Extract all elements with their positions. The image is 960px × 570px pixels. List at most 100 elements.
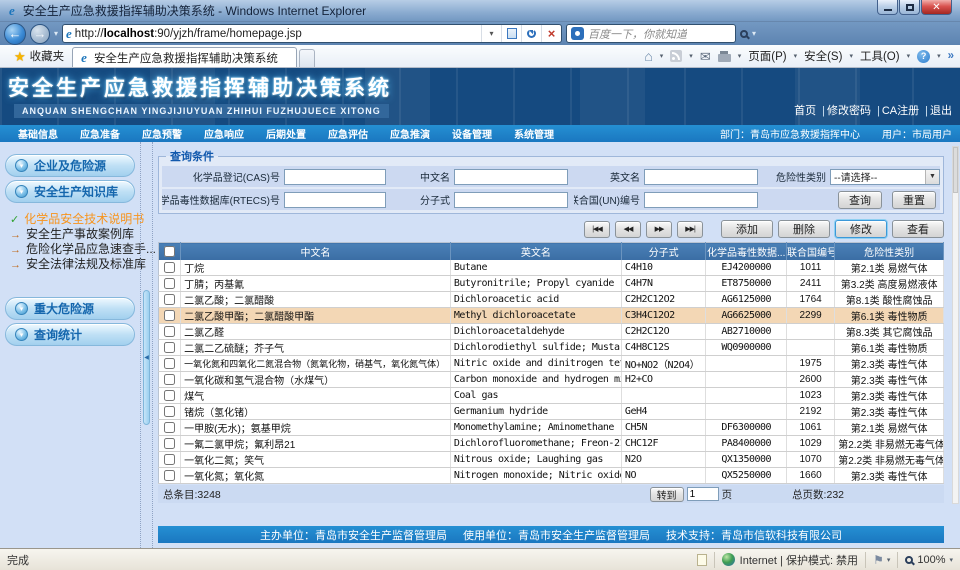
history-dropdown-icon[interactable]: ▾ [54, 29, 58, 38]
row-checkbox[interactable] [164, 310, 175, 321]
cas-input[interactable] [284, 169, 386, 185]
rss-icon[interactable] [670, 50, 682, 62]
rtecs-input[interactable] [284, 192, 386, 208]
table-header-cell[interactable]: 英文名 [450, 243, 621, 260]
menu-page[interactable]: 页面(P) [748, 48, 786, 64]
address-field[interactable]: e http://localhost:90/yjzh/frame/homepag… [62, 24, 562, 43]
cn-name-input[interactable] [454, 169, 568, 185]
print-dropdown-icon[interactable]: ▾ [738, 52, 742, 60]
protected-mode-icon[interactable]: ⚑ [873, 554, 884, 566]
table-row[interactable]: 一氧化二氮；笑气 Nitrous oxide; Laughing gas N2O… [159, 452, 944, 468]
last-page-button[interactable]: ▶▶| [677, 221, 703, 238]
delete-button[interactable]: 删除 [778, 220, 830, 238]
en-name-input[interactable] [644, 169, 758, 185]
row-checkbox[interactable] [164, 406, 175, 417]
favorites-button[interactable]: ★ 收藏夹 [6, 45, 72, 67]
table-row[interactable]: 二氯乙酸；二氯醋酸 Dichloroacetic acid C2H2C12O2 … [159, 292, 944, 308]
next-page-button[interactable]: ▶▶ [646, 221, 672, 238]
table-row[interactable]: 二氯乙酸甲酯；二氯醋酸甲酯 Methyl dichloroacetate C3H… [159, 308, 944, 324]
row-checkbox[interactable] [164, 374, 175, 385]
print-icon[interactable] [718, 54, 731, 62]
nav-menu-item[interactable]: 应急预警 [132, 126, 192, 141]
help-icon[interactable]: ? [917, 50, 930, 63]
sidebar-item[interactable]: 安全法律法规及标准库 [10, 256, 140, 271]
scrollbar-thumb[interactable] [953, 147, 958, 193]
row-checkbox[interactable] [164, 262, 175, 273]
sidebar-group-knowledge[interactable]: ▾ 安全生产知识库 [5, 180, 135, 203]
menu-safety-caret[interactable]: ▾ [849, 52, 853, 60]
table-row[interactable]: 一氟二氯甲烷；氟利昂21 Dichlorofluoromethane; Freo… [159, 436, 944, 452]
row-checkbox[interactable] [164, 422, 175, 433]
nav-menu-item[interactable]: 基础信息 [8, 126, 68, 141]
table-row[interactable]: 一氧化氮；氧化氮 Nitrogen monoxide; Nitric oxide… [159, 468, 944, 484]
address-dropdown-icon[interactable]: ▾ [481, 25, 501, 42]
stop-button[interactable]: × [541, 25, 561, 42]
hazard-class-select[interactable]: --请选择-- ▼ [830, 169, 940, 185]
refresh-button[interactable] [521, 25, 541, 42]
select-all-checkbox[interactable] [164, 246, 175, 257]
row-checkbox[interactable] [164, 342, 175, 353]
table-row[interactable]: 丁腈；丙基氰 Butyronitrile; Propyl cyanide C4H… [159, 276, 944, 292]
row-checkbox[interactable] [164, 278, 175, 289]
banner-link[interactable]: CA注册 [871, 102, 919, 118]
modify-button[interactable]: 修改 [835, 220, 887, 238]
zoom-dropdown-icon[interactable]: ▾ [949, 556, 953, 564]
menu-tools[interactable]: 工具(O) [860, 48, 900, 64]
zone-dropdown-icon[interactable]: ▾ [887, 556, 891, 564]
splitter-collapse-handle[interactable]: ◀ [143, 290, 150, 425]
sidebar-group-enterprise[interactable]: ▾ 企业及危险源 [5, 154, 135, 177]
row-checkbox[interactable] [164, 470, 175, 481]
prev-page-button[interactable]: ◀◀ [615, 221, 641, 238]
compatibility-view-icon[interactable] [501, 25, 521, 42]
banner-link[interactable]: 首页 [794, 102, 816, 118]
forward-button[interactable]: → [30, 24, 50, 44]
table-row[interactable]: 二氯二乙硫醚；芥子气 Dichlorodiethyl sulfide; Must… [159, 340, 944, 356]
table-row[interactable]: 一甲胺(无水)；氨基甲烷 Monomethylamine; Aminometha… [159, 420, 944, 436]
table-header-cell[interactable]: 危险性类别 [835, 243, 944, 260]
view-button[interactable]: 查看 [892, 220, 944, 238]
search-dropdown-icon[interactable]: ▾ [752, 29, 756, 38]
menu-tools-caret[interactable]: ▾ [907, 52, 911, 60]
sidebar-group-query-stats[interactable]: ▾ 查询统计 [5, 323, 135, 346]
overflow-chevrons-icon[interactable]: » [948, 50, 954, 62]
first-page-button[interactable]: |◀◀ [584, 221, 610, 238]
mail-icon[interactable]: ✉ [700, 50, 711, 63]
table-row[interactable]: 一氧化碳和氢气混合物（水煤气） Carbon monoxide and hydr… [159, 372, 944, 388]
url-text[interactable]: http://localhost:90/yjzh/frame/homepage.… [75, 28, 481, 40]
table-row[interactable]: 一氧化氮和四氧化二氮混合物（氮氧化物，硝基气，氧化氮气体） Nitric oxi… [159, 356, 944, 372]
home-icon[interactable]: ⌂ [644, 49, 652, 63]
nav-menu-item[interactable]: 系统管理 [504, 126, 564, 141]
back-button[interactable]: ← [4, 23, 26, 45]
table-row[interactable]: 丁烷 Butane C4H10 EJ4200000 1011 第2.1类 易燃气… [159, 260, 944, 276]
banner-link[interactable]: 退出 [919, 102, 952, 118]
nav-menu-item[interactable]: 应急推演 [380, 126, 440, 141]
zoom-icon[interactable] [905, 556, 913, 564]
sidebar-item[interactable]: 化学品安全技术说明书 [10, 211, 140, 226]
row-checkbox[interactable] [164, 454, 175, 465]
rss-dropdown-icon[interactable]: ▾ [689, 52, 693, 60]
search-icon[interactable] [740, 30, 748, 38]
menu-safety[interactable]: 安全(S) [804, 48, 842, 64]
table-header-cell[interactable]: 分子式 [621, 243, 706, 260]
formula-input[interactable] [454, 192, 568, 208]
nav-menu-item[interactable]: 应急响应 [194, 126, 254, 141]
home-dropdown-icon[interactable]: ▾ [660, 52, 664, 60]
row-checkbox[interactable] [164, 326, 175, 337]
minimize-button[interactable] [877, 0, 898, 15]
menu-page-caret[interactable]: ▾ [794, 52, 798, 60]
table-header-cell[interactable]: 化学品毒性数据... [706, 243, 787, 260]
search-button[interactable]: 查询 [838, 191, 882, 209]
row-checkbox[interactable] [164, 358, 175, 369]
help-caret[interactable]: ▾ [937, 52, 941, 60]
table-header-cell[interactable]: 中文名 [181, 243, 451, 260]
row-checkbox[interactable] [164, 294, 175, 305]
nav-menu-item[interactable]: 后期处置 [256, 126, 316, 141]
browser-tab[interactable]: e 安全生产应急救援指挥辅助决策系统 [72, 47, 297, 67]
sidebar-group-major-hazard[interactable]: ▾ 重大危险源 [5, 297, 135, 320]
goto-page-input[interactable] [687, 487, 719, 501]
goto-page-button[interactable]: 转到 [650, 487, 684, 502]
table-row[interactable]: 二氯乙醛 Dichloroacetaldehyde C2H2C12O AB271… [159, 324, 944, 340]
nav-menu-item[interactable]: 应急准备 [70, 126, 130, 141]
new-tab-button[interactable] [299, 49, 315, 67]
nav-menu-item[interactable]: 设备管理 [442, 126, 502, 141]
